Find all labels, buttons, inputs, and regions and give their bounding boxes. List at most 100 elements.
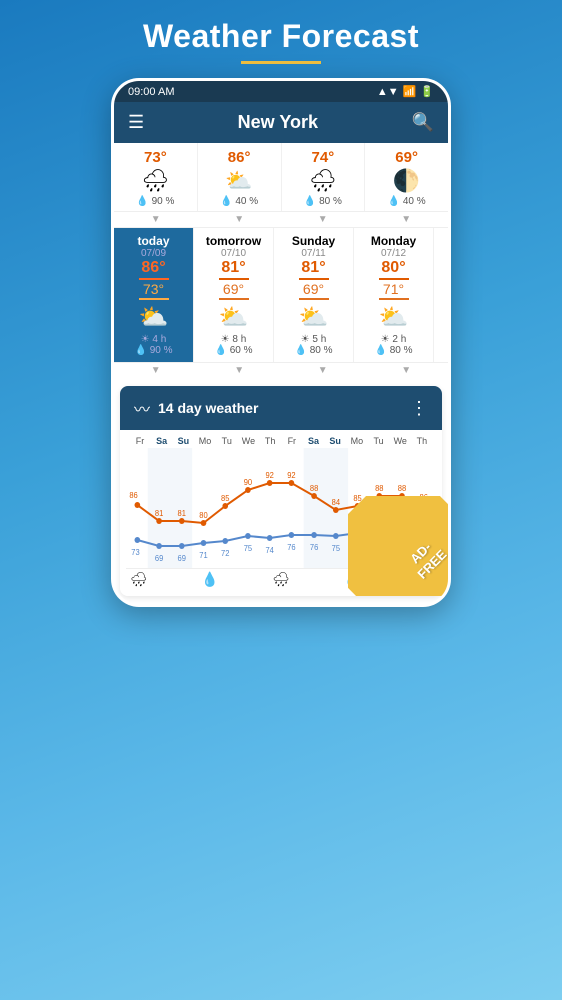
svg-text:74: 74 bbox=[265, 546, 274, 555]
day-rain-tomorrow: 💧 60 % bbox=[214, 345, 252, 356]
daily-item-today: today 07/09 86° 73° ⛅ ☀ 4 h 💧 90 % bbox=[114, 228, 194, 362]
search-icon[interactable]: 🔍 bbox=[412, 112, 434, 133]
day-low-today: 73° bbox=[143, 281, 164, 297]
hourly-temp-2: 74° bbox=[312, 149, 335, 166]
hourly-item-0: 73° 🌧 💧 90 % bbox=[114, 143, 198, 211]
svg-text:81: 81 bbox=[178, 509, 186, 518]
weather14-title: 14 day weather bbox=[158, 400, 258, 416]
hourly-rain-1: 💧 40 % bbox=[220, 196, 258, 207]
daily-item-tues: Tues 07/ 8 7 ⛅ ☀ 💧 bbox=[434, 228, 448, 362]
day-date-sunday: 07/11 bbox=[301, 248, 325, 259]
daily-item-tomorrow: tomorrow 07/10 81° 69° ⛅ ☀ 8 h 💧 60 % bbox=[194, 228, 274, 362]
hourly-item-3: 69° 🌓 💧 40 % bbox=[365, 143, 448, 211]
day-icon-monday: ⛅ bbox=[379, 303, 409, 332]
day-sun-sunday: ☀ 5 h bbox=[301, 334, 327, 345]
svg-text:81: 81 bbox=[155, 509, 163, 518]
hourly-strip: 73° 🌧 💧 90 % 86° ⛅ 💧 40 % 74° 🌧 💧 80 % 6… bbox=[114, 143, 448, 212]
hourly-rain-0: 💧 90 % bbox=[136, 196, 174, 207]
hourly-rain-3: 💧 40 % bbox=[388, 196, 426, 207]
hourly-item-2: 74° 🌧 💧 80 % bbox=[282, 143, 366, 211]
chevron-3: ▼ bbox=[401, 214, 411, 225]
weather14-title-row: 〰 14 day weather bbox=[134, 396, 258, 420]
svg-text:76: 76 bbox=[310, 543, 318, 552]
hourly-weather-icon-1: ⛅ bbox=[225, 168, 252, 194]
svg-text:73: 73 bbox=[131, 548, 139, 557]
bottom-icon-1: 💧 bbox=[201, 571, 218, 588]
daily-chevron-3: ▼ bbox=[401, 365, 411, 376]
svg-text:75: 75 bbox=[332, 544, 340, 553]
day-icon-today: ⛅ bbox=[139, 303, 169, 332]
svg-text:76: 76 bbox=[287, 543, 295, 552]
day-sun-tomorrow: ☀ 8 h bbox=[221, 334, 247, 345]
ad-free-badge: AD-FREE bbox=[348, 496, 448, 596]
day-label-monday: Monday bbox=[371, 234, 416, 248]
weather14-chart-icon: 〰 bbox=[134, 396, 150, 420]
svg-text:86: 86 bbox=[129, 491, 137, 500]
page-title: Weather Forecast bbox=[143, 18, 419, 55]
title-underline bbox=[241, 61, 321, 64]
day-label-sunday: Sunday bbox=[292, 234, 335, 248]
day-high-tomorrow: 81° bbox=[221, 259, 245, 277]
bottom-icon-0: 🌧 bbox=[130, 571, 148, 588]
phone-content: 09:00 AM ▲▼ 📶 🔋 ☰ New York 🔍 73° 🌧 💧 90 … bbox=[114, 81, 448, 596]
svg-text:92: 92 bbox=[287, 471, 295, 480]
svg-text:80: 80 bbox=[199, 511, 208, 520]
day-label-tomorrow: tomorrow bbox=[206, 234, 261, 248]
hourly-temp-1: 86° bbox=[228, 149, 251, 166]
status-bar: 09:00 AM ▲▼ 📶 🔋 bbox=[114, 81, 448, 102]
phone-frame: 09:00 AM ▲▼ 📶 🔋 ☰ New York 🔍 73° 🌧 💧 90 … bbox=[111, 78, 451, 607]
day-low-tomorrow: 69° bbox=[223, 281, 244, 297]
svg-text:75: 75 bbox=[244, 544, 252, 553]
svg-text:71: 71 bbox=[199, 551, 207, 560]
day-icon-tomorrow: ⛅ bbox=[219, 303, 249, 332]
daily-item-monday: Monday 07/12 80° 71° ⛅ ☀ 2 h 💧 80 % bbox=[354, 228, 434, 362]
day-rain-monday: 💧 80 % bbox=[374, 345, 412, 356]
day-high-today: 86° bbox=[141, 259, 165, 277]
chevron-2: ▼ bbox=[318, 214, 328, 225]
svg-text:69: 69 bbox=[155, 554, 163, 563]
weather14-more-icon[interactable]: ⋮ bbox=[410, 398, 428, 419]
daily-item-sunday: Sunday 07/11 81° 69° ⛅ ☀ 5 h 💧 80 % bbox=[274, 228, 354, 362]
day-date-today: 07/09 bbox=[141, 248, 166, 259]
svg-text:85: 85 bbox=[221, 494, 229, 503]
day-high-sunday: 81° bbox=[301, 259, 325, 277]
day-icon-sunday: ⛅ bbox=[299, 303, 329, 332]
day-rain-sunday: 💧 80 % bbox=[294, 345, 332, 356]
daily-chevron-1: ▼ bbox=[234, 365, 244, 376]
city-name: New York bbox=[238, 112, 318, 133]
app-header: ☰ New York 🔍 bbox=[114, 102, 448, 143]
day-low-sunday: 69° bbox=[303, 281, 324, 297]
day-date-monday: 07/12 bbox=[381, 248, 406, 259]
svg-text:88: 88 bbox=[375, 484, 383, 493]
day-label-today: today bbox=[137, 234, 169, 248]
hamburger-icon[interactable]: ☰ bbox=[128, 112, 144, 133]
chevron-0: ▼ bbox=[151, 214, 161, 225]
svg-text:90: 90 bbox=[244, 478, 253, 487]
svg-text:88: 88 bbox=[310, 484, 318, 493]
hourly-weather-icon-2: 🌧 bbox=[309, 168, 337, 194]
day-labels-row: Fr Sa Su Mo Tu We Th Fr Sa Su Mo Tu We T… bbox=[126, 434, 436, 448]
day-sun-monday: ☀ 2 h bbox=[381, 334, 407, 345]
day-low-monday: 71° bbox=[383, 281, 404, 297]
daily-chevron-2: ▼ bbox=[318, 365, 328, 376]
hourly-weather-icon-3: 🌓 bbox=[393, 168, 420, 194]
daily-section: today 07/09 86° 73° ⛅ ☀ 4 h 💧 90 % tomor… bbox=[114, 228, 448, 378]
status-icons: ▲▼ 📶 🔋 bbox=[377, 85, 434, 98]
day-rain-today: 💧 90 % bbox=[134, 345, 172, 356]
svg-text:92: 92 bbox=[265, 471, 273, 480]
bottom-icon-2: 🌧 bbox=[272, 571, 290, 588]
status-time: 09:00 AM bbox=[128, 86, 174, 98]
svg-text:84: 84 bbox=[332, 498, 341, 507]
day-high-monday: 80° bbox=[381, 259, 405, 277]
hourly-weather-icon-0: 🌧 bbox=[141, 168, 169, 194]
hourly-item-1: 86° ⛅ 💧 40 % bbox=[198, 143, 282, 211]
hourly-temp-0: 73° bbox=[144, 149, 167, 166]
hourly-rain-2: 💧 80 % bbox=[304, 196, 342, 207]
weather14-header: 〰 14 day weather ⋮ bbox=[120, 386, 442, 430]
svg-text:72: 72 bbox=[221, 549, 229, 558]
day-date-tomorrow: 07/10 bbox=[221, 248, 246, 259]
svg-text:69: 69 bbox=[178, 554, 186, 563]
hourly-temp-3: 69° bbox=[395, 149, 418, 166]
day-sun-today: ☀ 4 h bbox=[141, 334, 167, 345]
daily-chevron-0: ▼ bbox=[151, 365, 161, 376]
